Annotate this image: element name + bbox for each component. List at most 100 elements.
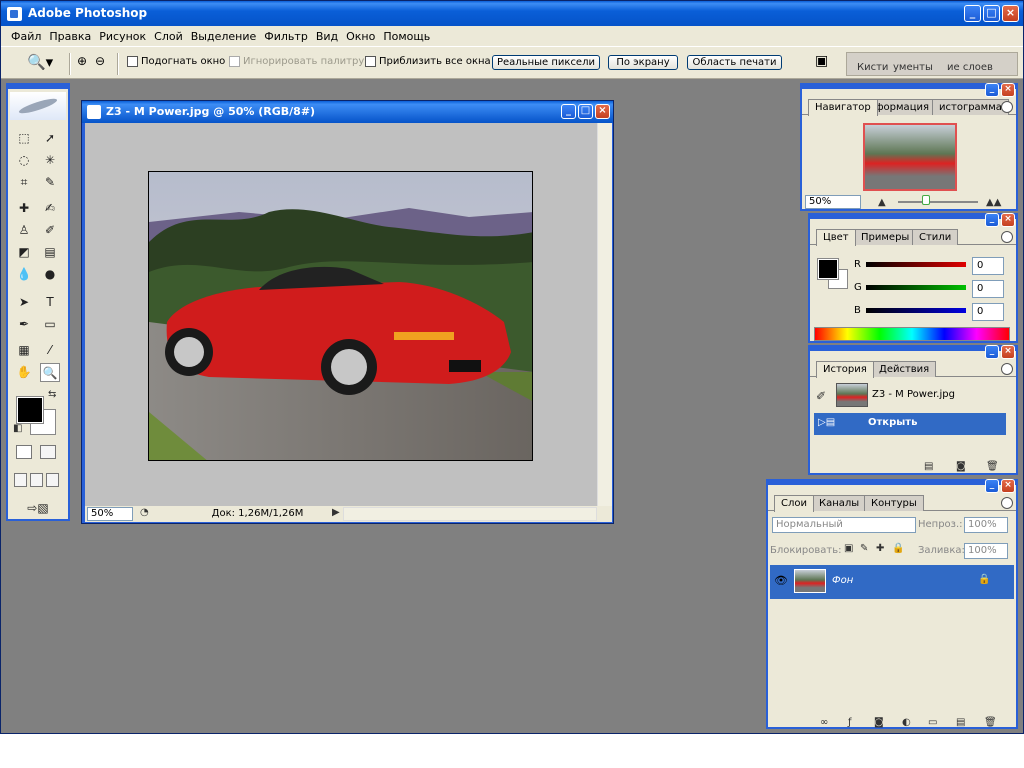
brush-tool-icon[interactable]: ✍ — [40, 199, 60, 218]
maximize-button[interactable]: □ — [983, 5, 1000, 22]
tab-actions[interactable]: Действия — [872, 361, 937, 377]
history-snapshot-thumbnail[interactable] — [836, 383, 868, 407]
zoom-tool-preset-icon[interactable]: 🔍▾ — [27, 53, 53, 71]
crop-tool-icon[interactable]: ⌗ — [14, 173, 34, 192]
type-tool-icon[interactable]: T — [40, 293, 60, 312]
layers-minimize-button[interactable]: _ — [985, 479, 999, 493]
navigator-menu-icon[interactable] — [1001, 101, 1013, 113]
document-image[interactable] — [148, 171, 533, 461]
navigator-zoom-in-icon[interactable]: ▲▲ — [986, 197, 1001, 208]
tab-color[interactable]: Цвет — [816, 229, 856, 246]
lasso-tool-icon[interactable]: ◌ — [14, 151, 34, 170]
menu-window[interactable]: Окно — [342, 30, 379, 43]
tab-info[interactable]: формация — [868, 99, 937, 115]
tab-layers[interactable]: Слои — [774, 495, 814, 512]
swap-colors-icon[interactable]: ⇆ — [48, 389, 56, 400]
doc-maximize-button[interactable]: □ — [578, 104, 593, 119]
marquee-tool-icon[interactable]: ⬚ — [14, 129, 34, 148]
gradient-tool-icon[interactable]: ▤ — [40, 243, 60, 262]
layer-row[interactable]: 👁 Фон 🔒 — [770, 565, 1014, 599]
tab-swatches[interactable]: Примеры — [854, 229, 917, 245]
menu-edit[interactable]: Правка — [45, 30, 95, 43]
dodge-tool-icon[interactable]: ● — [40, 265, 60, 284]
palette-well-tab-tool-presets[interactable]: ументы — [893, 62, 933, 73]
navigator-zoom-slider[interactable] — [898, 201, 978, 203]
opacity-field[interactable]: 100% — [964, 517, 1008, 533]
actual-pixels-button[interactable]: Реальные пиксели — [492, 55, 600, 70]
shape-tool-icon[interactable]: ▭ — [40, 315, 60, 334]
pen-tool-icon[interactable]: ✒ — [14, 315, 34, 334]
layers-close-button[interactable]: × — [1001, 479, 1015, 493]
red-slider[interactable] — [866, 262, 966, 267]
zoom-all-windows-checkbox[interactable]: Приблизить все окна — [365, 56, 491, 67]
doc-close-button[interactable]: × — [595, 104, 610, 119]
menu-filter[interactable]: Фильтр — [260, 30, 312, 43]
tab-histogram[interactable]: истограмма — [932, 99, 1009, 115]
layer-style-icon[interactable]: ƒ — [848, 717, 852, 728]
zoom-level-field[interactable]: 50% — [87, 507, 133, 521]
tab-history[interactable]: История — [816, 361, 874, 378]
horizontal-scrollbar[interactable] — [343, 507, 597, 521]
standard-screen-mode-icon[interactable] — [14, 473, 27, 487]
zoom-in-icon[interactable]: ⊕ — [77, 54, 87, 68]
tab-styles[interactable]: Стили — [912, 229, 959, 245]
slice-tool-icon[interactable]: ✎ — [40, 173, 60, 192]
blend-mode-dropdown[interactable]: Нормальный — [772, 517, 916, 533]
navigator-zoom-field[interactable]: 50% — [805, 195, 861, 209]
history-brush-source-icon[interactable]: ✐ — [816, 389, 826, 403]
hand-tool-icon[interactable]: ✋ — [14, 363, 34, 382]
color-close-button[interactable]: × — [1001, 213, 1015, 227]
red-value-field[interactable]: 0 — [972, 257, 1004, 275]
menu-file[interactable]: Файл — [7, 30, 45, 43]
lock-transparency-icon[interactable]: ▣ — [844, 543, 853, 554]
clone-stamp-tool-icon[interactable]: ♙ — [14, 221, 34, 240]
path-selection-tool-icon[interactable]: ➤ — [14, 293, 34, 312]
palette-well-tab-layer-comps[interactable]: ие слоев — [947, 62, 993, 73]
navigator-zoom-slider-knob[interactable] — [922, 195, 930, 205]
magic-wand-tool-icon[interactable]: ✳ — [40, 151, 60, 170]
tab-channels[interactable]: Каналы — [812, 495, 867, 511]
link-layers-icon[interactable]: ∞ — [820, 717, 828, 728]
history-brush-tool-icon[interactable]: ✐ — [40, 221, 60, 240]
lock-all-icon[interactable]: 🔒 — [892, 543, 904, 554]
blue-slider[interactable] — [866, 308, 966, 313]
print-size-button[interactable]: Область печати — [687, 55, 782, 70]
photoshop-feather-logo[interactable] — [10, 92, 66, 120]
healing-brush-tool-icon[interactable]: ✚ — [14, 199, 34, 218]
menu-layer[interactable]: Слой — [150, 30, 187, 43]
default-colors-icon[interactable]: ◧ — [13, 423, 22, 434]
tab-navigator[interactable]: Навигатор — [808, 99, 878, 116]
eraser-tool-icon[interactable]: ◩ — [14, 243, 34, 262]
color-menu-icon[interactable] — [1001, 231, 1013, 243]
navigator-zoom-out-icon[interactable]: ▲ — [878, 197, 886, 208]
canvas-area[interactable] — [85, 123, 597, 506]
lock-pixels-icon[interactable]: ✎ — [860, 543, 868, 554]
green-value-field[interactable]: 0 — [972, 280, 1004, 298]
doc-minimize-button[interactable]: _ — [561, 104, 576, 119]
history-state-row[interactable]: ▷▤ Открыть — [814, 413, 1006, 435]
minimize-button[interactable]: _ — [964, 5, 981, 22]
tab-paths[interactable]: Контуры — [864, 495, 924, 511]
new-layer-icon[interactable]: ▤ — [956, 717, 965, 728]
new-snapshot-icon[interactable]: ◙ — [956, 461, 966, 472]
new-document-from-state-icon[interactable]: ▤ — [924, 461, 933, 472]
close-button[interactable]: × — [1002, 5, 1019, 22]
palette-well-tab-brushes[interactable]: Кисти — [857, 62, 888, 73]
menu-select[interactable]: Выделение — [187, 30, 261, 43]
new-group-icon[interactable]: ▭ — [928, 717, 937, 728]
color-minimize-button[interactable]: _ — [985, 213, 999, 227]
fit-window-checkbox[interactable]: Подогнать окно — [127, 56, 225, 67]
ignore-palettes-checkbox[interactable]: Игнорировать палитру — [229, 56, 364, 67]
fit-screen-button[interactable]: По экрану — [608, 55, 678, 70]
history-close-button[interactable]: × — [1001, 345, 1015, 359]
layer-visibility-eye-icon[interactable]: 👁 — [774, 574, 788, 587]
navigator-minimize-button[interactable]: _ — [985, 83, 999, 97]
full-screen-menu-mode-icon[interactable] — [30, 473, 43, 487]
full-screen-mode-icon[interactable] — [46, 473, 59, 487]
vertical-scrollbar[interactable] — [597, 123, 612, 506]
color-foreground-swatch[interactable] — [817, 258, 839, 280]
foreground-color-swatch[interactable] — [16, 396, 44, 424]
standard-mode-icon[interactable] — [16, 445, 32, 459]
blue-value-field[interactable]: 0 — [972, 303, 1004, 321]
history-menu-icon[interactable] — [1001, 363, 1013, 375]
